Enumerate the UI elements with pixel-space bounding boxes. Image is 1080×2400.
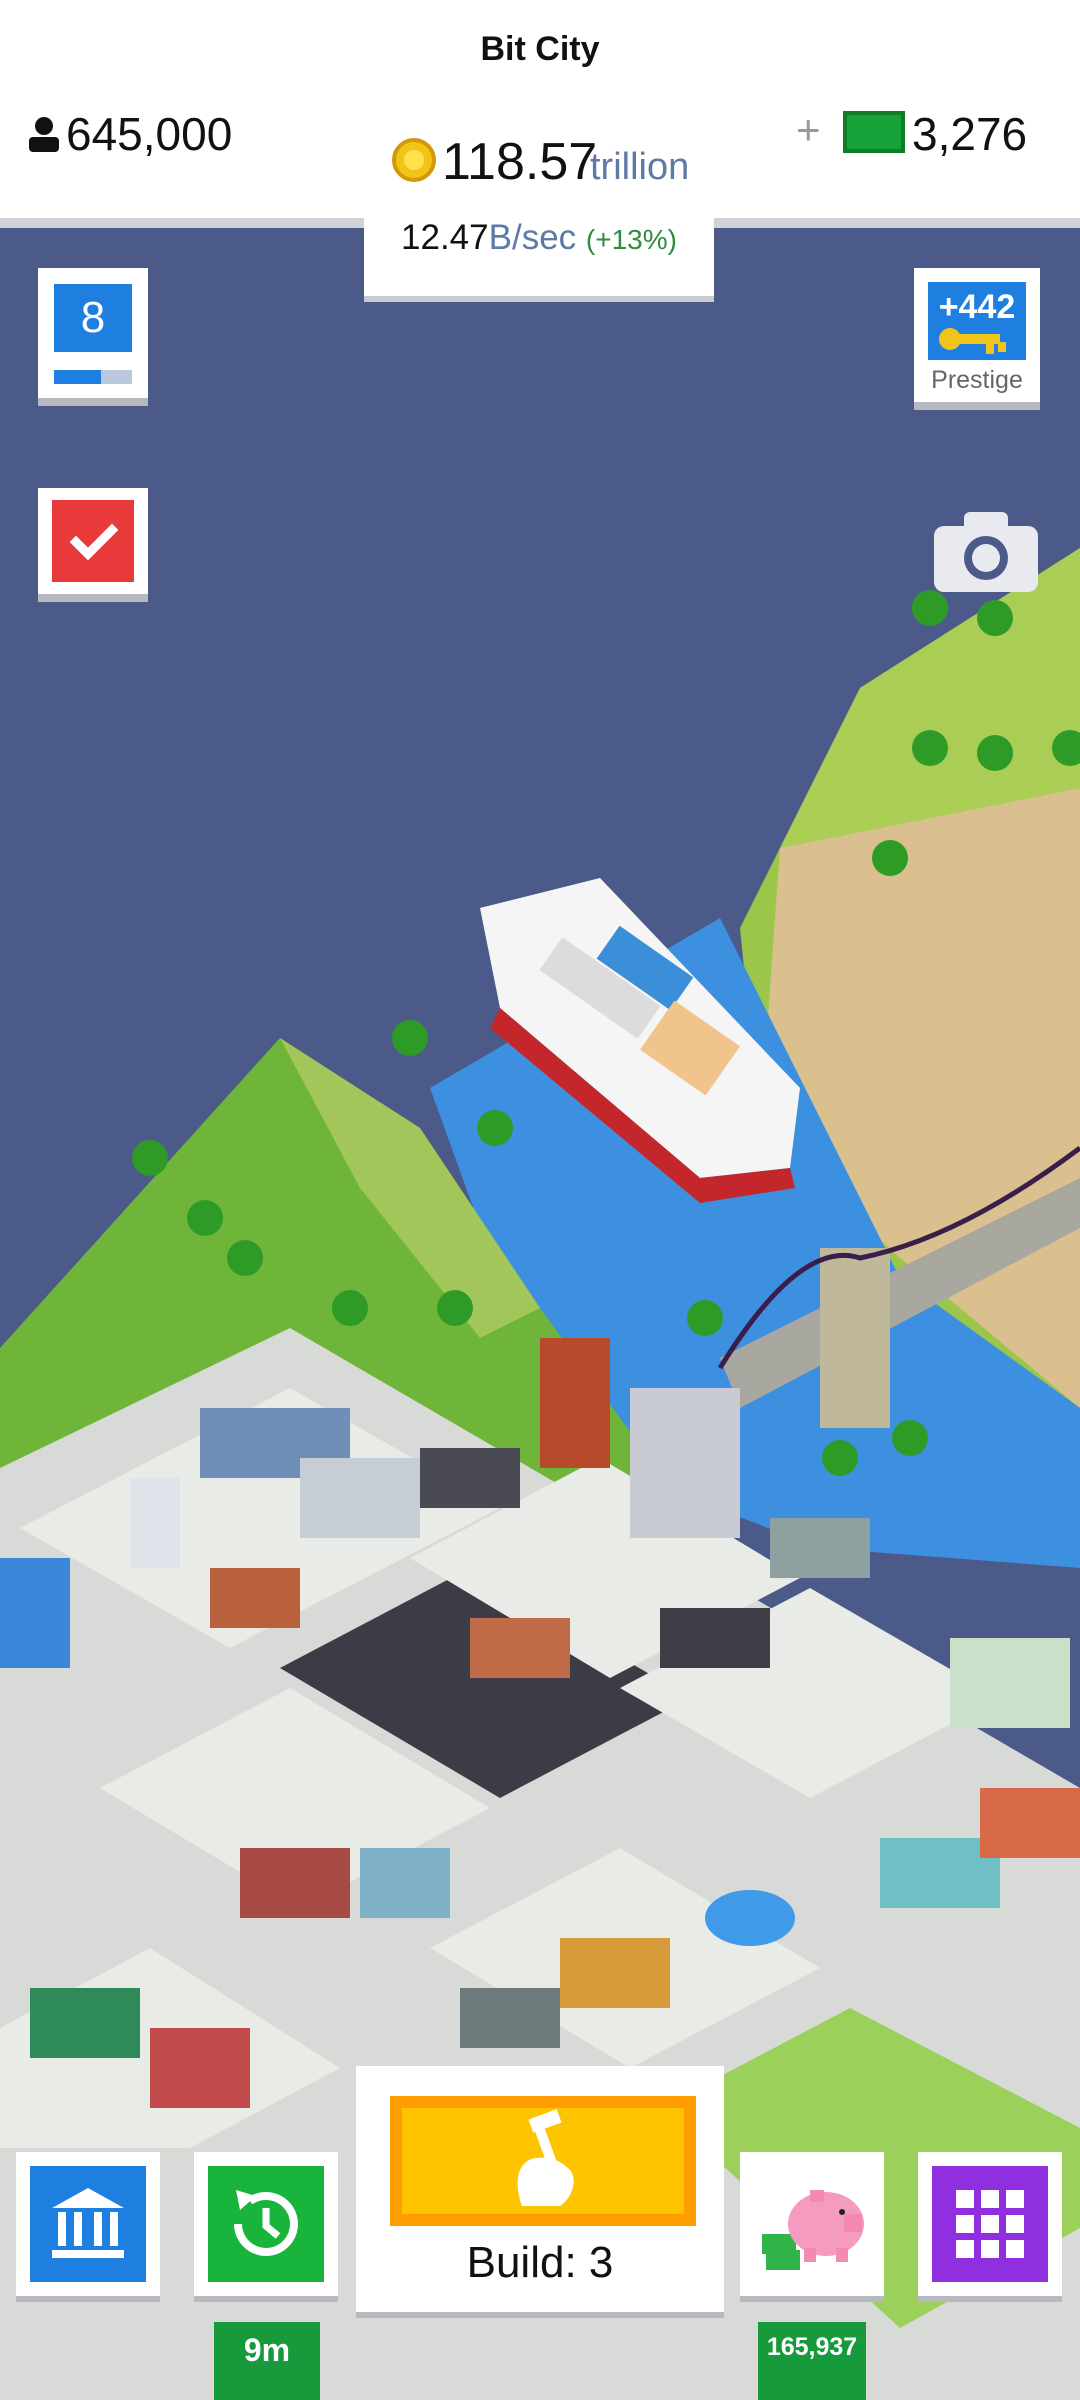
level-number: 8 [54,284,132,352]
time-warp-timer: 9m [214,2322,320,2400]
rate-bonus: (+13%) [585,224,677,255]
build-count-label: Build: 3 [466,2238,614,2287]
camera-icon[interactable] [934,510,1038,592]
checkmark-icon [69,523,119,561]
time-warp-box [208,2166,324,2282]
hammer-hand-icon [517,2109,574,2206]
bank-icon [52,2188,124,2258]
prestige-value: +442 [938,288,1016,326]
coins-unit: trillion [590,146,690,188]
piggy-bank-amount: 165,937 [758,2322,866,2400]
rate-value: 12.47 [401,218,489,257]
cash-value: 3,276 [912,108,1028,160]
clock-refresh-icon [234,2190,298,2256]
piggy-box [752,2164,872,2284]
prestige-label: Prestige [931,366,1023,394]
task-box [52,500,134,582]
coins-value: 118.57 [442,133,598,191]
piggy-bank-icon [762,2190,864,2270]
bank-box [30,2166,146,2282]
menu-box [932,2166,1048,2282]
add-cash-button[interactable]: + [796,106,821,154]
city-title: Bit City [480,30,600,68]
population-value: 645,000 [66,108,233,160]
build-button[interactable] [390,2096,696,2226]
person-icon [29,117,59,152]
grid-menu-icon [956,2190,1024,2258]
rate-unit: B/sec [488,218,577,257]
coin-icon [392,138,436,182]
cash-icon [843,111,905,153]
level-progress-fill [54,370,101,384]
income-rate: 12.47B/sec (+13%) [364,218,714,258]
